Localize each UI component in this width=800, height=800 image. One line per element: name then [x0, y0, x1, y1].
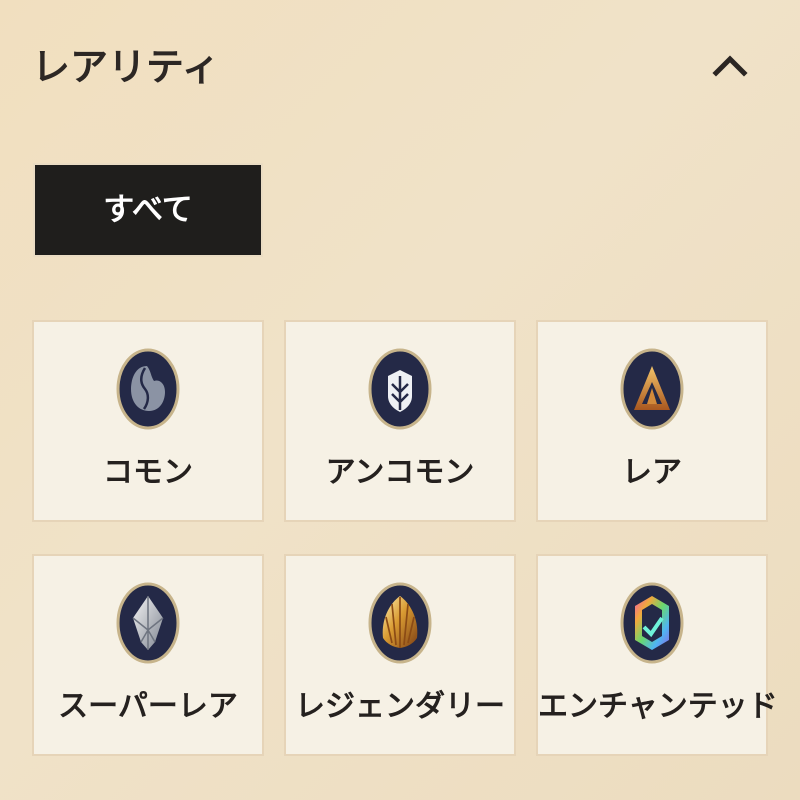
- rarity-option-legendary[interactable]: レジェンダリー: [284, 554, 516, 756]
- rarity-option-uncommon[interactable]: アンコモン: [284, 320, 516, 522]
- rarity-label: レア: [622, 455, 682, 490]
- all-rarities-button[interactable]: すべて: [33, 163, 263, 257]
- rarity-label: アンコモン: [325, 455, 475, 490]
- rarity-option-common[interactable]: コモン: [32, 320, 264, 522]
- rarity-grid: コモン アンコモン レア スーパーレア レジェンダリー エンチャンテッド: [32, 320, 778, 756]
- filter-title: レアリティ: [32, 45, 220, 89]
- chevron-up-icon: [712, 55, 748, 77]
- filter-header: レアリティ: [32, 38, 768, 98]
- uncommon-rarity-icon: [368, 348, 432, 430]
- rare-rarity-icon: [620, 348, 684, 430]
- rarity-option-enchanted[interactable]: エンチャンテッド: [536, 554, 778, 756]
- collapse-button[interactable]: [706, 42, 754, 90]
- super-rare-rarity-icon: [116, 582, 180, 664]
- rarity-label: スーパーレア: [58, 689, 238, 724]
- legendary-rarity-icon: [368, 582, 432, 664]
- rarity-option-super-rare[interactable]: スーパーレア: [32, 554, 264, 756]
- common-rarity-icon: [116, 348, 180, 430]
- rarity-option-rare[interactable]: レア: [536, 320, 768, 522]
- rarity-filter-panel: レアリティ すべて コモン アンコモン レア スーパーレア レジェンダリー エン…: [0, 0, 800, 800]
- rarity-label: エンチャンテッド: [538, 689, 778, 724]
- enchanted-rarity-icon: [620, 582, 684, 664]
- rarity-label: コモン: [103, 455, 193, 490]
- rarity-label: レジェンダリー: [295, 689, 505, 724]
